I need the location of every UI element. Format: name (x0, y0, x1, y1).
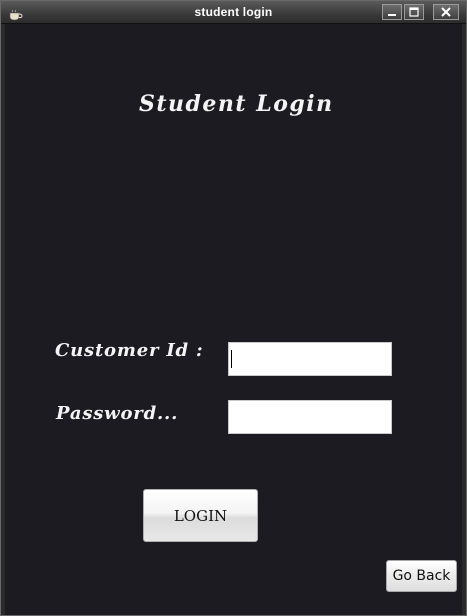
window-frame-right (462, 24, 466, 615)
app-window: student login Student Login Customer Id … (0, 0, 467, 616)
minimize-icon (387, 7, 397, 17)
close-button[interactable] (433, 4, 459, 20)
go-back-button[interactable]: Go Back (386, 560, 457, 592)
login-button[interactable]: LOGIN (143, 489, 258, 542)
title-bar[interactable]: student login (1, 1, 466, 24)
maximize-icon (409, 7, 419, 17)
customer-id-input[interactable] (228, 342, 392, 376)
minimize-button[interactable] (382, 4, 402, 20)
customer-id-label: Customer Id : (55, 340, 204, 361)
password-input[interactable] (228, 400, 392, 434)
password-label: Password... (56, 403, 179, 424)
page-title: Student Login (139, 91, 334, 117)
close-icon (441, 7, 451, 17)
maximize-button[interactable] (404, 4, 424, 20)
window-frame-left (1, 24, 5, 615)
text-caret (231, 350, 232, 368)
